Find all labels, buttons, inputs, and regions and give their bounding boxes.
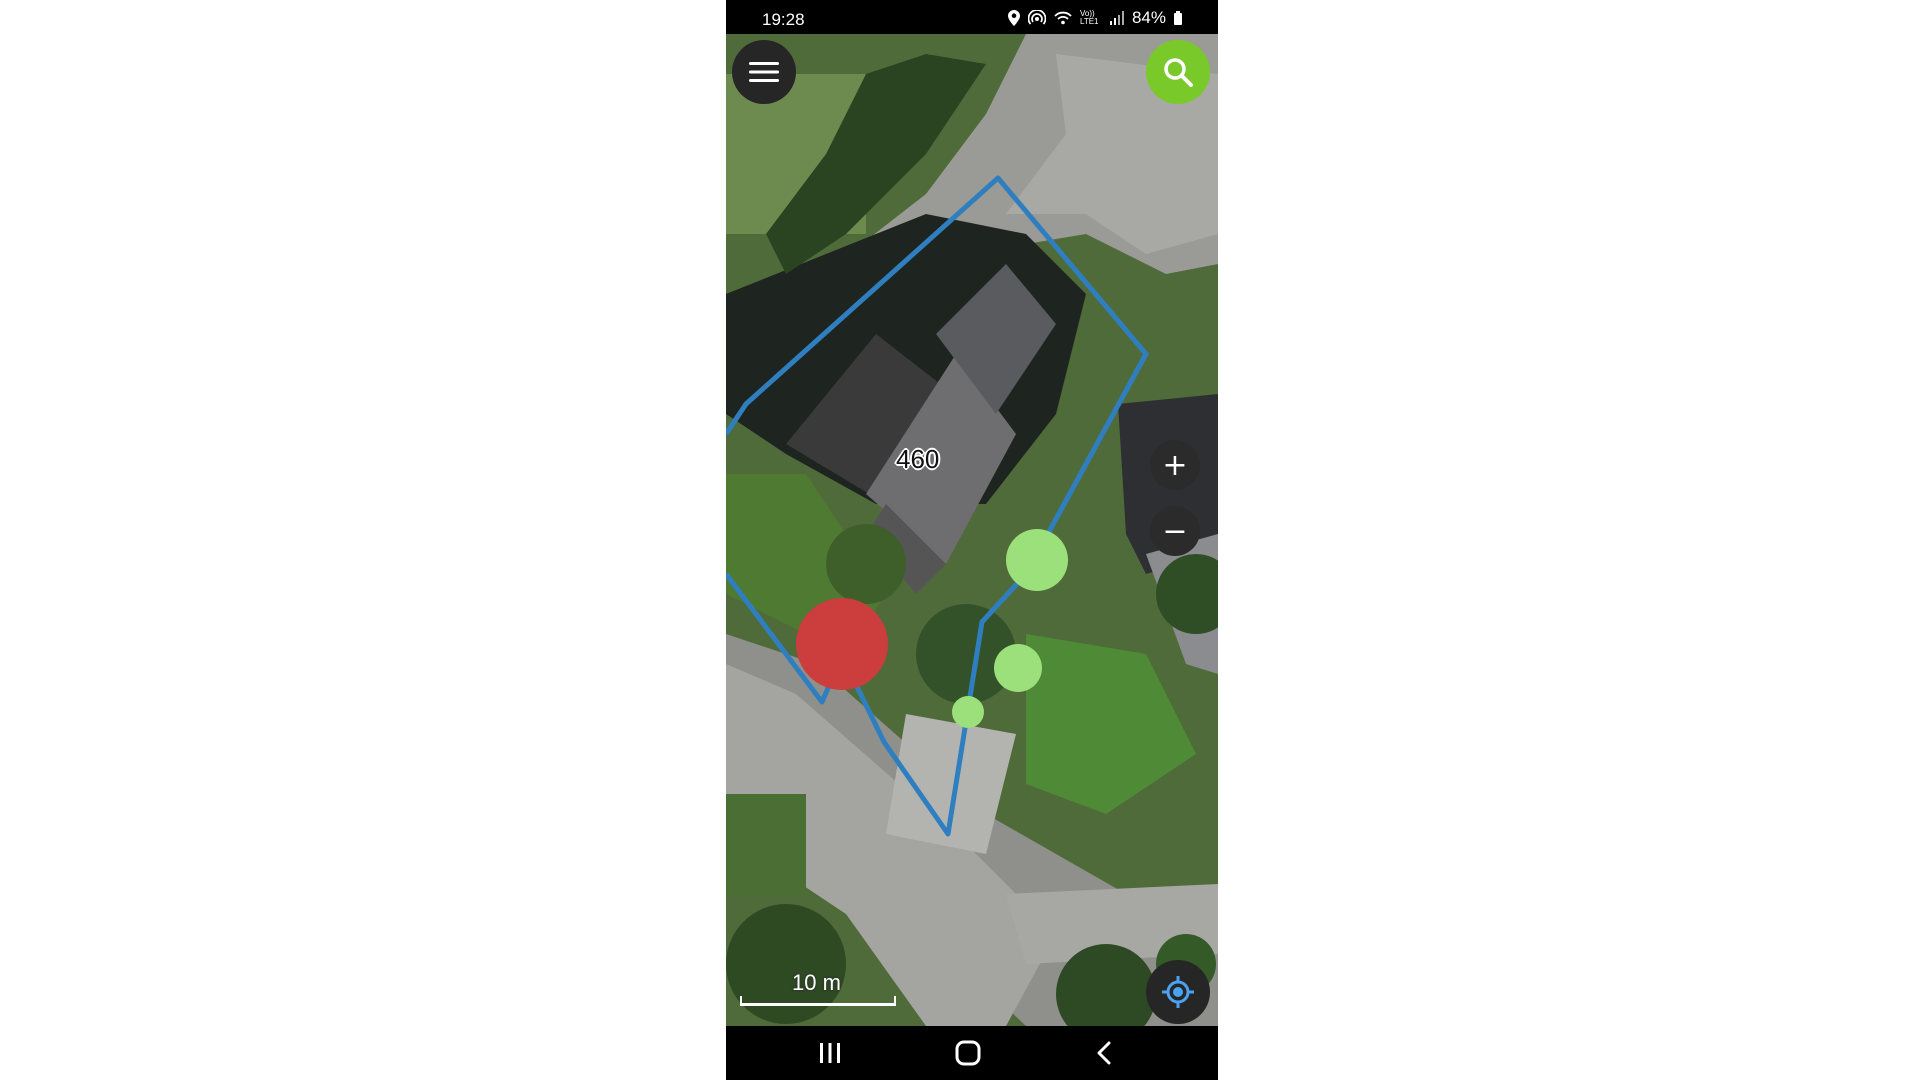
parcel-overlay (726, 175, 1149, 837)
hotspot-icon (1027, 10, 1046, 25)
home-icon (955, 1040, 981, 1066)
location-icon (1007, 10, 1020, 26)
minus-icon: − (1162, 513, 1188, 549)
phone-screen: 19:28 Vo)) LTE1 84% 460 + − 10 m (726, 0, 1218, 1080)
search-icon (1164, 58, 1193, 87)
wifi-icon (1054, 11, 1072, 25)
search-button[interactable] (1146, 40, 1210, 104)
hamburger-menu-icon (749, 62, 779, 82)
recents-icon (820, 1043, 840, 1063)
network-label: Vo)) LTE1 (1079, 9, 1099, 26)
recents-button[interactable] (810, 1036, 850, 1070)
status-time: 19:28 (762, 10, 805, 29)
zoom-out-button[interactable]: − (1150, 506, 1200, 556)
home-button[interactable] (948, 1036, 988, 1070)
green-marker[interactable] (952, 696, 984, 728)
crosshair-locate-icon (1162, 976, 1194, 1008)
green-marker[interactable] (1006, 529, 1068, 591)
parcel-number-label: 460 (896, 444, 940, 474)
status-icons: Vo)) LTE1 84% (1007, 8, 1182, 28)
status-bar: 19:28 Vo)) LTE1 84% (726, 0, 1218, 34)
back-icon (1097, 1041, 1111, 1065)
green-marker[interactable] (994, 644, 1042, 692)
satellite-map[interactable]: 460 + − 10 m (726, 34, 1218, 1026)
parcel-boundary[interactable] (726, 175, 1149, 837)
system-nav-bar (726, 1026, 1218, 1080)
locate-me-button[interactable] (1146, 960, 1210, 1024)
scale-bar (740, 996, 896, 1006)
back-button[interactable] (1084, 1036, 1124, 1070)
signal-icon (1109, 11, 1124, 25)
menu-button[interactable] (732, 40, 796, 104)
battery-icon (1174, 11, 1182, 25)
scale-label: 10 m (792, 970, 841, 995)
plus-icon: + (1162, 447, 1188, 483)
zoom-in-button[interactable]: + (1150, 440, 1200, 490)
battery-percent: 84% (1131, 8, 1166, 27)
red-marker[interactable] (796, 598, 888, 690)
